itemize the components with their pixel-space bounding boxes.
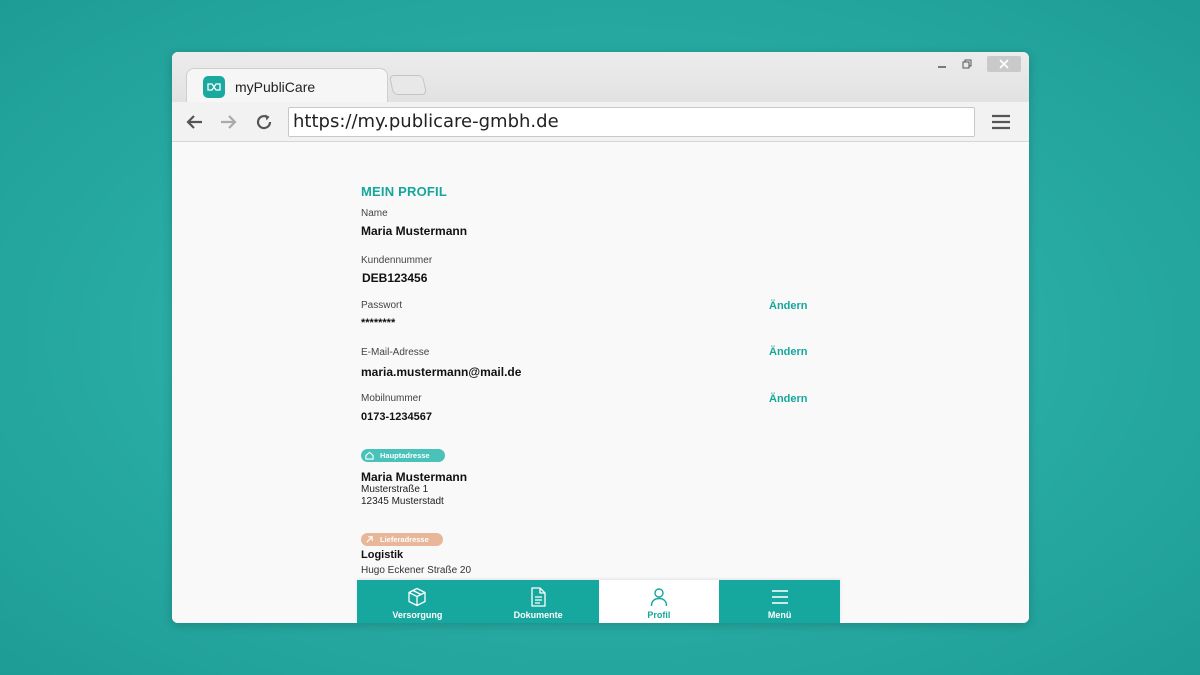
bottom-navigation: Versorgung Dokumente Profil Menü (357, 580, 840, 623)
tab-title: myPubliCare (235, 78, 316, 95)
page-title: MEIN PROFIL (361, 184, 447, 199)
home-icon (364, 451, 374, 461)
delivery-address-badge: Lieferadresse (361, 533, 443, 546)
customer-number-value: DEB123456 (362, 271, 428, 285)
nav-item-label: Profil (647, 610, 671, 620)
minimize-icon[interactable] (932, 56, 952, 72)
back-arrow-icon[interactable] (183, 111, 205, 133)
change-mobile-link[interactable]: Ändern (769, 393, 808, 405)
main-address-badge: Hauptadresse (361, 449, 445, 462)
restore-icon[interactable] (957, 56, 977, 72)
browser-window: myPubliCare https://my.publicare-gmbh.de… (172, 52, 1029, 623)
main-address-badge-label: Hauptadresse (380, 451, 430, 460)
email-label: E-Mail-Adresse (361, 347, 430, 358)
main-address-name: Maria Mustermann (361, 470, 468, 484)
forward-arrow-icon[interactable] (218, 111, 240, 133)
email-value: maria.mustermann@mail.de (361, 365, 522, 379)
mobile-value: 0173-1234567 (361, 411, 432, 423)
customer-number-label: Kundennummer (361, 255, 433, 266)
arrow-up-right-icon (364, 535, 374, 545)
change-password-link[interactable]: Ändern (769, 300, 808, 312)
name-value: Maria Mustermann (361, 224, 468, 238)
main-address-street: Musterstraße 1 (361, 484, 429, 495)
hamburger-icon (769, 586, 791, 608)
password-label: Passwort (361, 300, 403, 311)
nav-item-menue[interactable]: Menü (719, 580, 840, 623)
mobile-label: Mobilnummer (361, 393, 422, 404)
delivery-address-name: Logistik (361, 549, 404, 561)
nav-item-versorgung[interactable]: Versorgung (357, 580, 478, 623)
person-icon (648, 586, 670, 608)
delivery-address-badge-label: Lieferadresse (380, 535, 429, 544)
nav-item-label: Menü (767, 610, 792, 620)
reload-icon[interactable] (253, 111, 275, 133)
document-icon (527, 586, 549, 608)
nav-item-label: Versorgung (392, 610, 443, 620)
close-icon[interactable] (987, 56, 1021, 72)
browser-toolbar: https://my.publicare-gmbh.de (172, 102, 1029, 142)
page-content: MEIN PROFIL Name Maria Mustermann Kunden… (172, 143, 1029, 623)
nav-item-dokumente[interactable]: Dokumente (478, 580, 599, 623)
main-address-city: 12345 Musterstadt (361, 496, 444, 507)
address-bar[interactable]: https://my.publicare-gmbh.de (288, 107, 975, 137)
name-label: Name (361, 208, 388, 219)
new-tab-button[interactable] (388, 75, 428, 95)
box-icon (406, 586, 428, 608)
browser-tab[interactable]: myPubliCare (186, 68, 388, 104)
title-bar: myPubliCare (172, 52, 1029, 104)
nav-item-profil[interactable]: Profil (598, 580, 720, 623)
delivery-address-street: Hugo Eckener Straße 20 (361, 565, 472, 576)
password-value: ******** (361, 317, 396, 329)
change-email-link[interactable]: Ändern (769, 346, 808, 358)
browser-menu-icon[interactable] (990, 111, 1012, 133)
nav-item-label: Dokumente (513, 610, 563, 620)
publicare-logo-icon (203, 75, 225, 98)
